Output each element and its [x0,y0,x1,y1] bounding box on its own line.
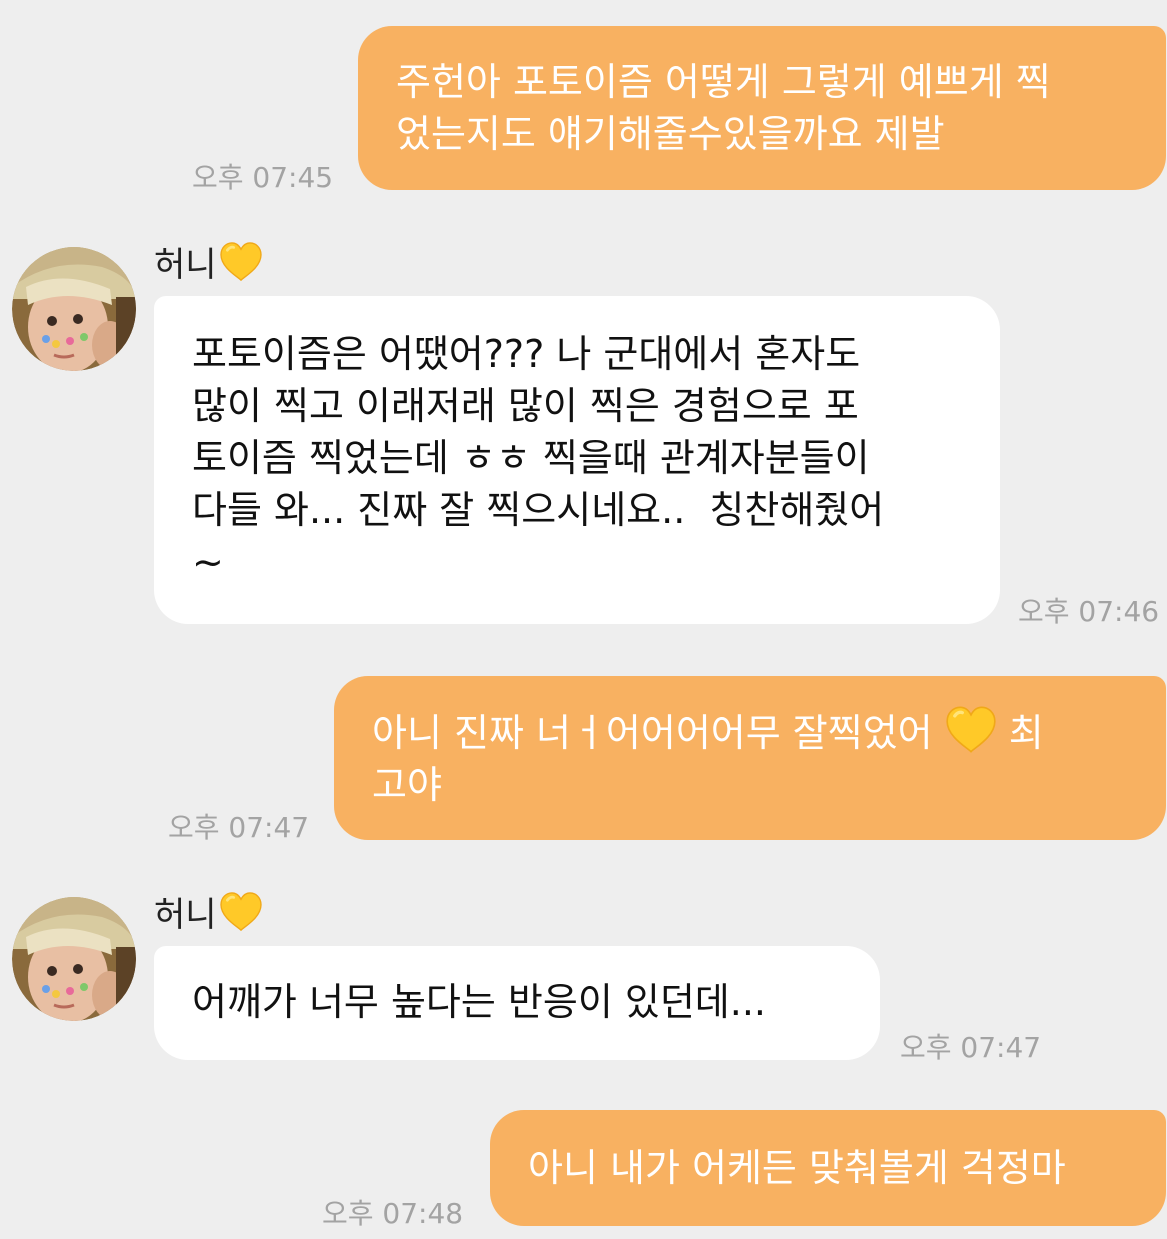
outgoing-message-bubble[interactable]: 주헌아 포토이즘 어떻게 그렇게 예쁘게 찍 었는지도 얘기해줄수있을까요 제발 [358,26,1166,190]
incoming-message-bubble[interactable]: 포토이즘은 어땠어??? 나 군대에서 혼자도 많이 찍고 이래저래 많이 찍은… [154,296,1000,624]
sender-name: 허니 [154,887,263,936]
message-timestamp: 오후 07:46 [1018,595,1160,628]
sender-name: 허니 [154,237,263,286]
message-timestamp: 오후 07:45 [192,161,334,194]
message-timestamp: 오후 07:47 [900,1031,1042,1064]
outgoing-message-bubble[interactable]: 아니 내가 어케든 맞춰볼게 걱정마 [490,1110,1166,1226]
message-timestamp: 오후 07:48 [322,1197,464,1230]
avatar[interactable] [12,897,136,1021]
outgoing-message-bubble[interactable]: 아니 진짜 너ㅓ어어어어무 잘찍었어 최 고야 [334,676,1166,840]
yellow-heart-icon [219,242,263,282]
yellow-heart-icon [219,892,263,932]
sender-name-label: 허니 [154,895,217,935]
incoming-message-bubble[interactable]: 어깨가 너무 높다는 반응이 있던데... [154,946,880,1060]
avatar[interactable] [12,247,136,371]
message-timestamp: 오후 07:47 [168,811,310,844]
sender-name-label: 허니 [154,245,217,285]
message-text: 아니 진짜 너ㅓ어어어어무 잘찍었어 [372,711,945,755]
yellow-heart-icon [945,706,997,754]
